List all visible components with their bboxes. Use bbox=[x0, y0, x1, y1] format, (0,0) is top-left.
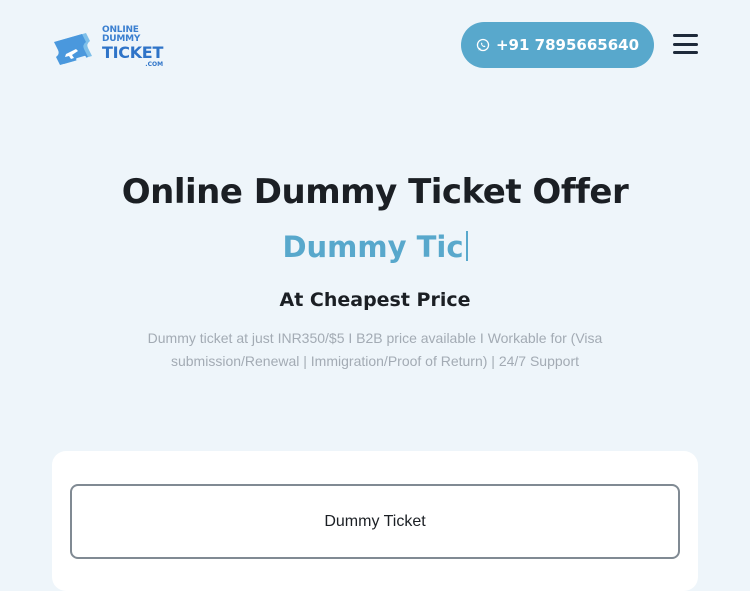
logo-line-3: .COM bbox=[145, 61, 164, 68]
whatsapp-icon bbox=[476, 38, 490, 52]
typed-headline: Dummy Tic bbox=[0, 230, 750, 264]
option-label: Dummy Ticket bbox=[324, 512, 426, 530]
booking-card: Dummy Ticket bbox=[52, 451, 698, 591]
site-header: ONLINE DUMMY TICKET .COM +91 7895665640 bbox=[0, 0, 750, 90]
dummy-ticket-option[interactable]: Dummy Ticket bbox=[70, 484, 680, 559]
menu-bar bbox=[673, 51, 698, 54]
page-title: Online Dummy Ticket Offer bbox=[121, 172, 629, 212]
site-logo[interactable]: ONLINE DUMMY TICKET .COM bbox=[52, 26, 163, 68]
hamburger-menu-icon[interactable] bbox=[673, 33, 698, 55]
hero-subtitle: At Cheapest Price bbox=[279, 289, 471, 311]
logo-wordmark: ONLINE DUMMY TICKET .COM bbox=[102, 26, 163, 68]
menu-bar bbox=[673, 34, 698, 37]
typing-cursor bbox=[465, 231, 468, 261]
hero-description: Dummy ticket at just INR350/$5 I B2B pri… bbox=[147, 330, 603, 369]
menu-bar bbox=[673, 42, 698, 46]
phone-number-label: +91 7895665640 bbox=[495, 36, 640, 54]
ticket-plane-logo-icon bbox=[52, 27, 100, 67]
logo-line-1: ONLINE DUMMY bbox=[102, 25, 141, 44]
phone-contact-button[interactable]: +91 7895665640 bbox=[461, 22, 654, 68]
typed-text: Dummy Tic bbox=[282, 230, 464, 264]
logo-line-2: TICKET bbox=[102, 43, 164, 62]
